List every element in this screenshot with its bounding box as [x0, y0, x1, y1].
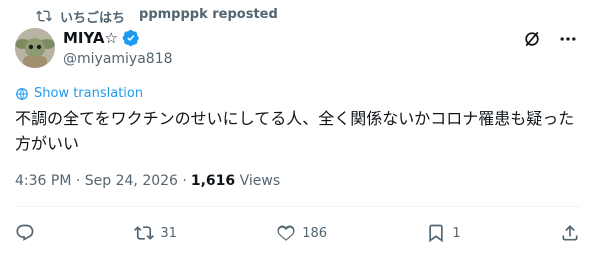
- repost-button[interactable]: 31: [134, 223, 177, 243]
- avatar[interactable]: [15, 28, 55, 68]
- tweet-meta: 4:36 PM · Sep 24, 2026 · 1,616 Views: [15, 173, 280, 189]
- bookmark-button[interactable]: 1: [426, 223, 461, 243]
- avatar-image: [15, 28, 55, 68]
- show-translation-link[interactable]: Show translation: [15, 86, 143, 101]
- heart-icon: [277, 225, 295, 241]
- views-label: Views: [235, 173, 281, 189]
- repost-icon: [134, 226, 155, 240]
- verified-badge-icon[interactable]: [122, 29, 140, 47]
- share-button[interactable]: [560, 223, 580, 243]
- top-actions: [521, 28, 579, 50]
- author-handle[interactable]: @miyamiya818: [63, 51, 173, 67]
- action-bar: 31 186 1: [15, 222, 580, 244]
- author-block: MIYA☆ @miyamiya818: [63, 28, 173, 67]
- more-icon[interactable]: [557, 28, 579, 50]
- author-name[interactable]: MIYA☆: [63, 29, 118, 47]
- like-button[interactable]: 186: [276, 223, 327, 243]
- reply-icon: [16, 224, 34, 241]
- bookmark-count: 1: [452, 225, 461, 241]
- repost-count: 31: [160, 225, 177, 241]
- grok-icon[interactable]: [521, 28, 543, 50]
- reply-button[interactable]: [15, 223, 35, 243]
- repost-icon: [36, 10, 52, 22]
- repost-header: いちごはち ppmpppk reposted: [36, 6, 278, 26]
- bookmark-icon: [429, 224, 444, 243]
- views-count: 1,616: [190, 173, 236, 189]
- translate-icon: [16, 87, 28, 100]
- divider: [15, 206, 580, 207]
- reposted-by[interactable]: ppmpppk reposted: [139, 7, 278, 26]
- show-translation-label[interactable]: Show translation: [34, 86, 143, 101]
- tweet-text: 不調の全てをワクチンのせいにしてる人、全く関係ないかコロナ罹患も疑った方がいい: [15, 109, 575, 153]
- timestamp[interactable]: 4:36 PM · Sep 24, 2026 ·: [15, 173, 187, 189]
- share-icon: [562, 225, 578, 241]
- like-count: 186: [302, 225, 328, 241]
- repost-user[interactable]: いちごはち: [60, 7, 125, 26]
